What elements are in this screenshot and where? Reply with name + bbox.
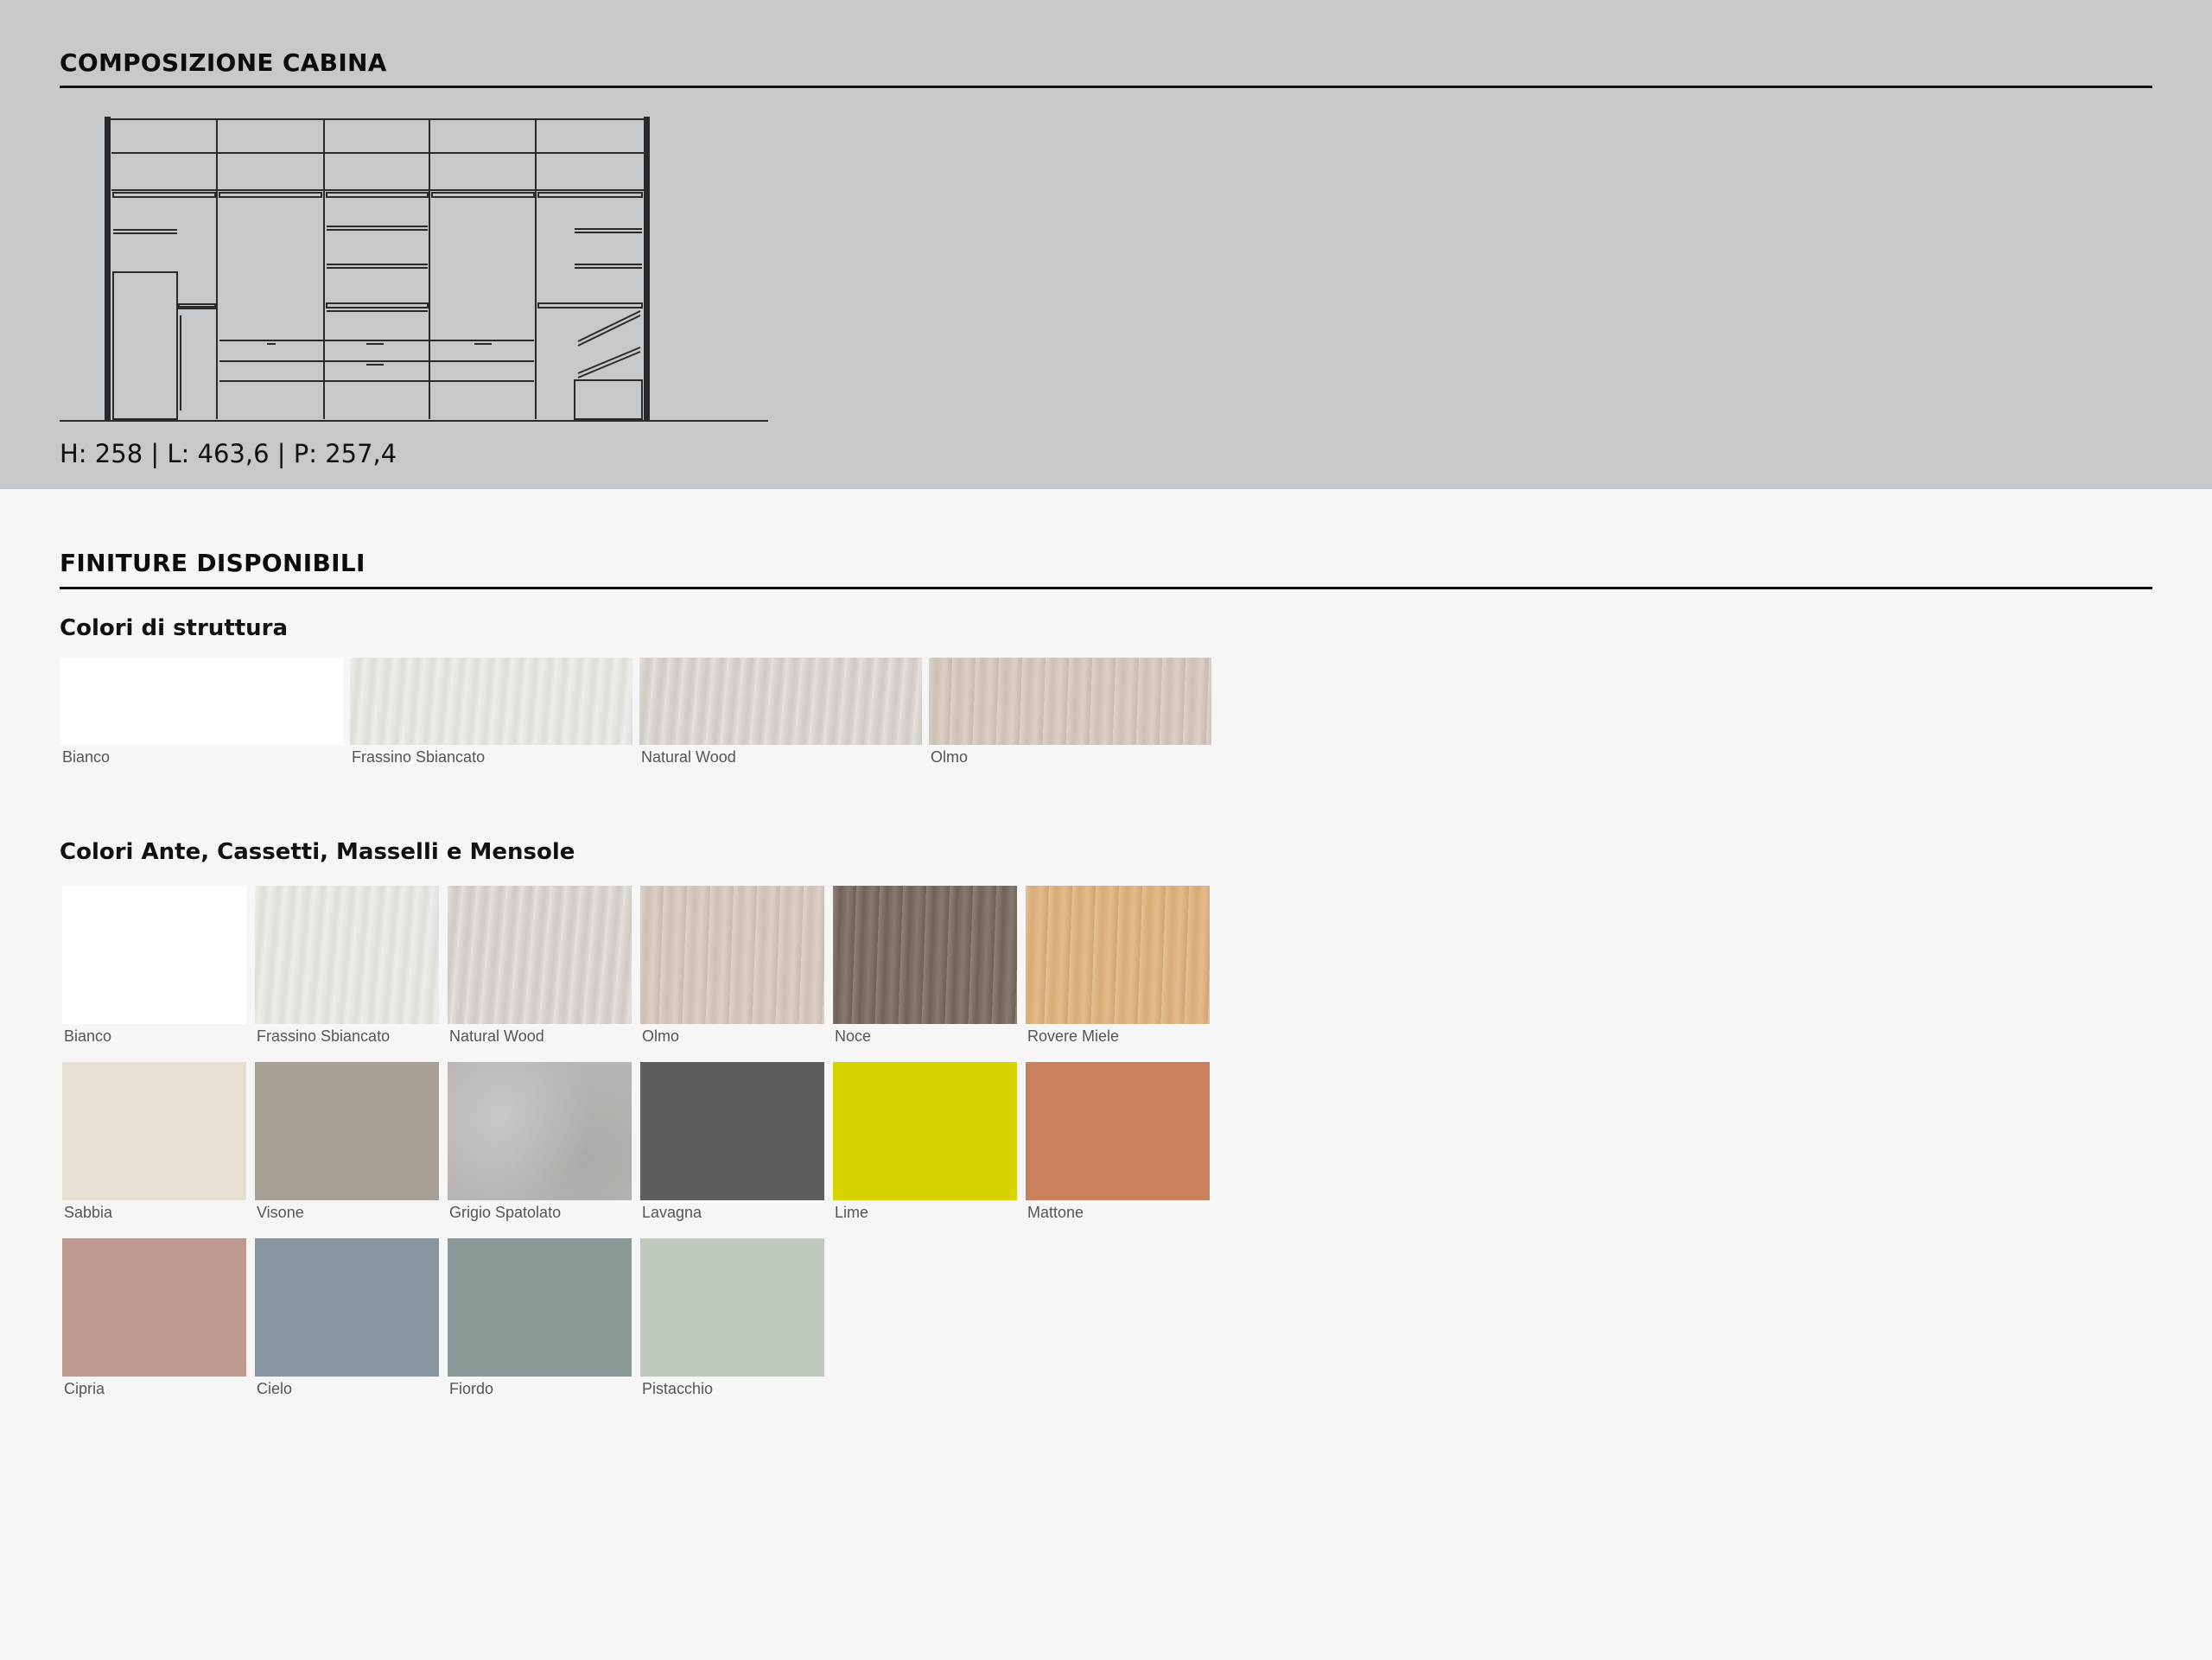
swatch-label: Cielo (257, 1380, 293, 1397)
swatch-label: Natural Wood (641, 748, 736, 766)
swatch-olmo: Olmo (929, 658, 1211, 771)
swatch-label: Frassino Sbiancato (352, 748, 486, 766)
swatch-label: Olmo (931, 748, 969, 766)
swatch-label: Sabbia (64, 1204, 113, 1221)
swatch-color-chip (255, 1062, 439, 1200)
swatch-frassino-sbiancato: Frassino Sbiancato (255, 886, 439, 1050)
swatch-label: Rovere Miele (1027, 1027, 1120, 1045)
swatch-color-chip (62, 1238, 246, 1377)
swatch-cipria: Cipria (62, 1238, 246, 1402)
swatch-label: Visone (257, 1204, 304, 1221)
swatch-color-chip (640, 1238, 824, 1377)
swatch-label: Olmo (642, 1027, 680, 1045)
swatch-frassino-sbiancato: Frassino Sbiancato (350, 658, 632, 771)
finishes-divider (60, 587, 2152, 589)
swatch-color-chip (929, 658, 1211, 745)
swatch-label: Bianco (62, 748, 111, 766)
swatch-color-chip (1026, 1062, 1210, 1200)
swatch-color-chip (833, 1062, 1017, 1200)
swatch-label: Frassino Sbiancato (257, 1027, 391, 1045)
swatch-lime: Lime (833, 1062, 1017, 1226)
swatch-label: Grigio Spatolato (449, 1204, 562, 1221)
swatch-label: Fiordo (449, 1380, 494, 1397)
swatch-color-chip (255, 886, 439, 1024)
swatch-color-chip (448, 1062, 632, 1200)
swatch-mattone: Mattone (1026, 1062, 1210, 1226)
swatch-color-chip (448, 886, 632, 1024)
swatch-rovere-miele: Rovere Miele (1026, 886, 1210, 1050)
swatch-fiordo: Fiordo (448, 1238, 632, 1402)
swatch-color-chip (62, 1062, 246, 1200)
swatch-color-chip (448, 1238, 632, 1377)
swatch-grigio-spatolato: Grigio Spatolato (448, 1062, 632, 1226)
composition-divider (60, 86, 2152, 88)
door-colors-title: Colori Ante, Cassetti, Masselli e Mensol… (60, 839, 575, 865)
swatch-color-chip (1026, 886, 1210, 1024)
swatch-color-chip (640, 886, 824, 1024)
swatch-color-chip (62, 886, 246, 1024)
swatch-cielo: Cielo (255, 1238, 439, 1402)
finishes-title: FINITURE DISPONIBILI (60, 549, 365, 577)
swatch-visone: Visone (255, 1062, 439, 1226)
swatch-olmo: Olmo (640, 886, 824, 1050)
swatch-color-chip (255, 1238, 439, 1377)
swatch-label: Mattone (1027, 1204, 1084, 1221)
swatch-color-chip (640, 1062, 824, 1200)
swatch-color-chip (60, 658, 343, 745)
swatch-label: Lavagna (642, 1204, 702, 1221)
swatch-label: Lime (835, 1204, 869, 1221)
swatch-color-chip (833, 886, 1017, 1024)
swatch-color-chip (639, 658, 922, 745)
swatch-label: Pistacchio (642, 1380, 714, 1397)
swatch-noce: Noce (833, 886, 1017, 1050)
wardrobe-elevation-drawing (60, 117, 768, 422)
swatch-label: Noce (835, 1027, 872, 1045)
structure-colors-title: Colori di struttura (60, 615, 289, 641)
dimensions-text: H: 258 | L: 463,6 | P: 257,4 (60, 439, 397, 468)
swatch-label: Natural Wood (449, 1027, 544, 1045)
swatch-bianco: Bianco (62, 886, 246, 1050)
swatch-bianco: Bianco (60, 658, 343, 771)
composition-title: COMPOSIZIONE CABINA (60, 48, 387, 77)
swatch-color-chip (350, 658, 632, 745)
swatch-lavagna: Lavagna (640, 1062, 824, 1226)
swatch-natural-wood: Natural Wood (639, 658, 922, 771)
swatch-label: Bianco (64, 1027, 112, 1045)
swatch-sabbia: Sabbia (62, 1062, 246, 1226)
swatch-label: Cipria (64, 1380, 105, 1397)
swatch-pistacchio: Pistacchio (640, 1238, 824, 1402)
swatch-natural-wood: Natural Wood (448, 886, 632, 1050)
